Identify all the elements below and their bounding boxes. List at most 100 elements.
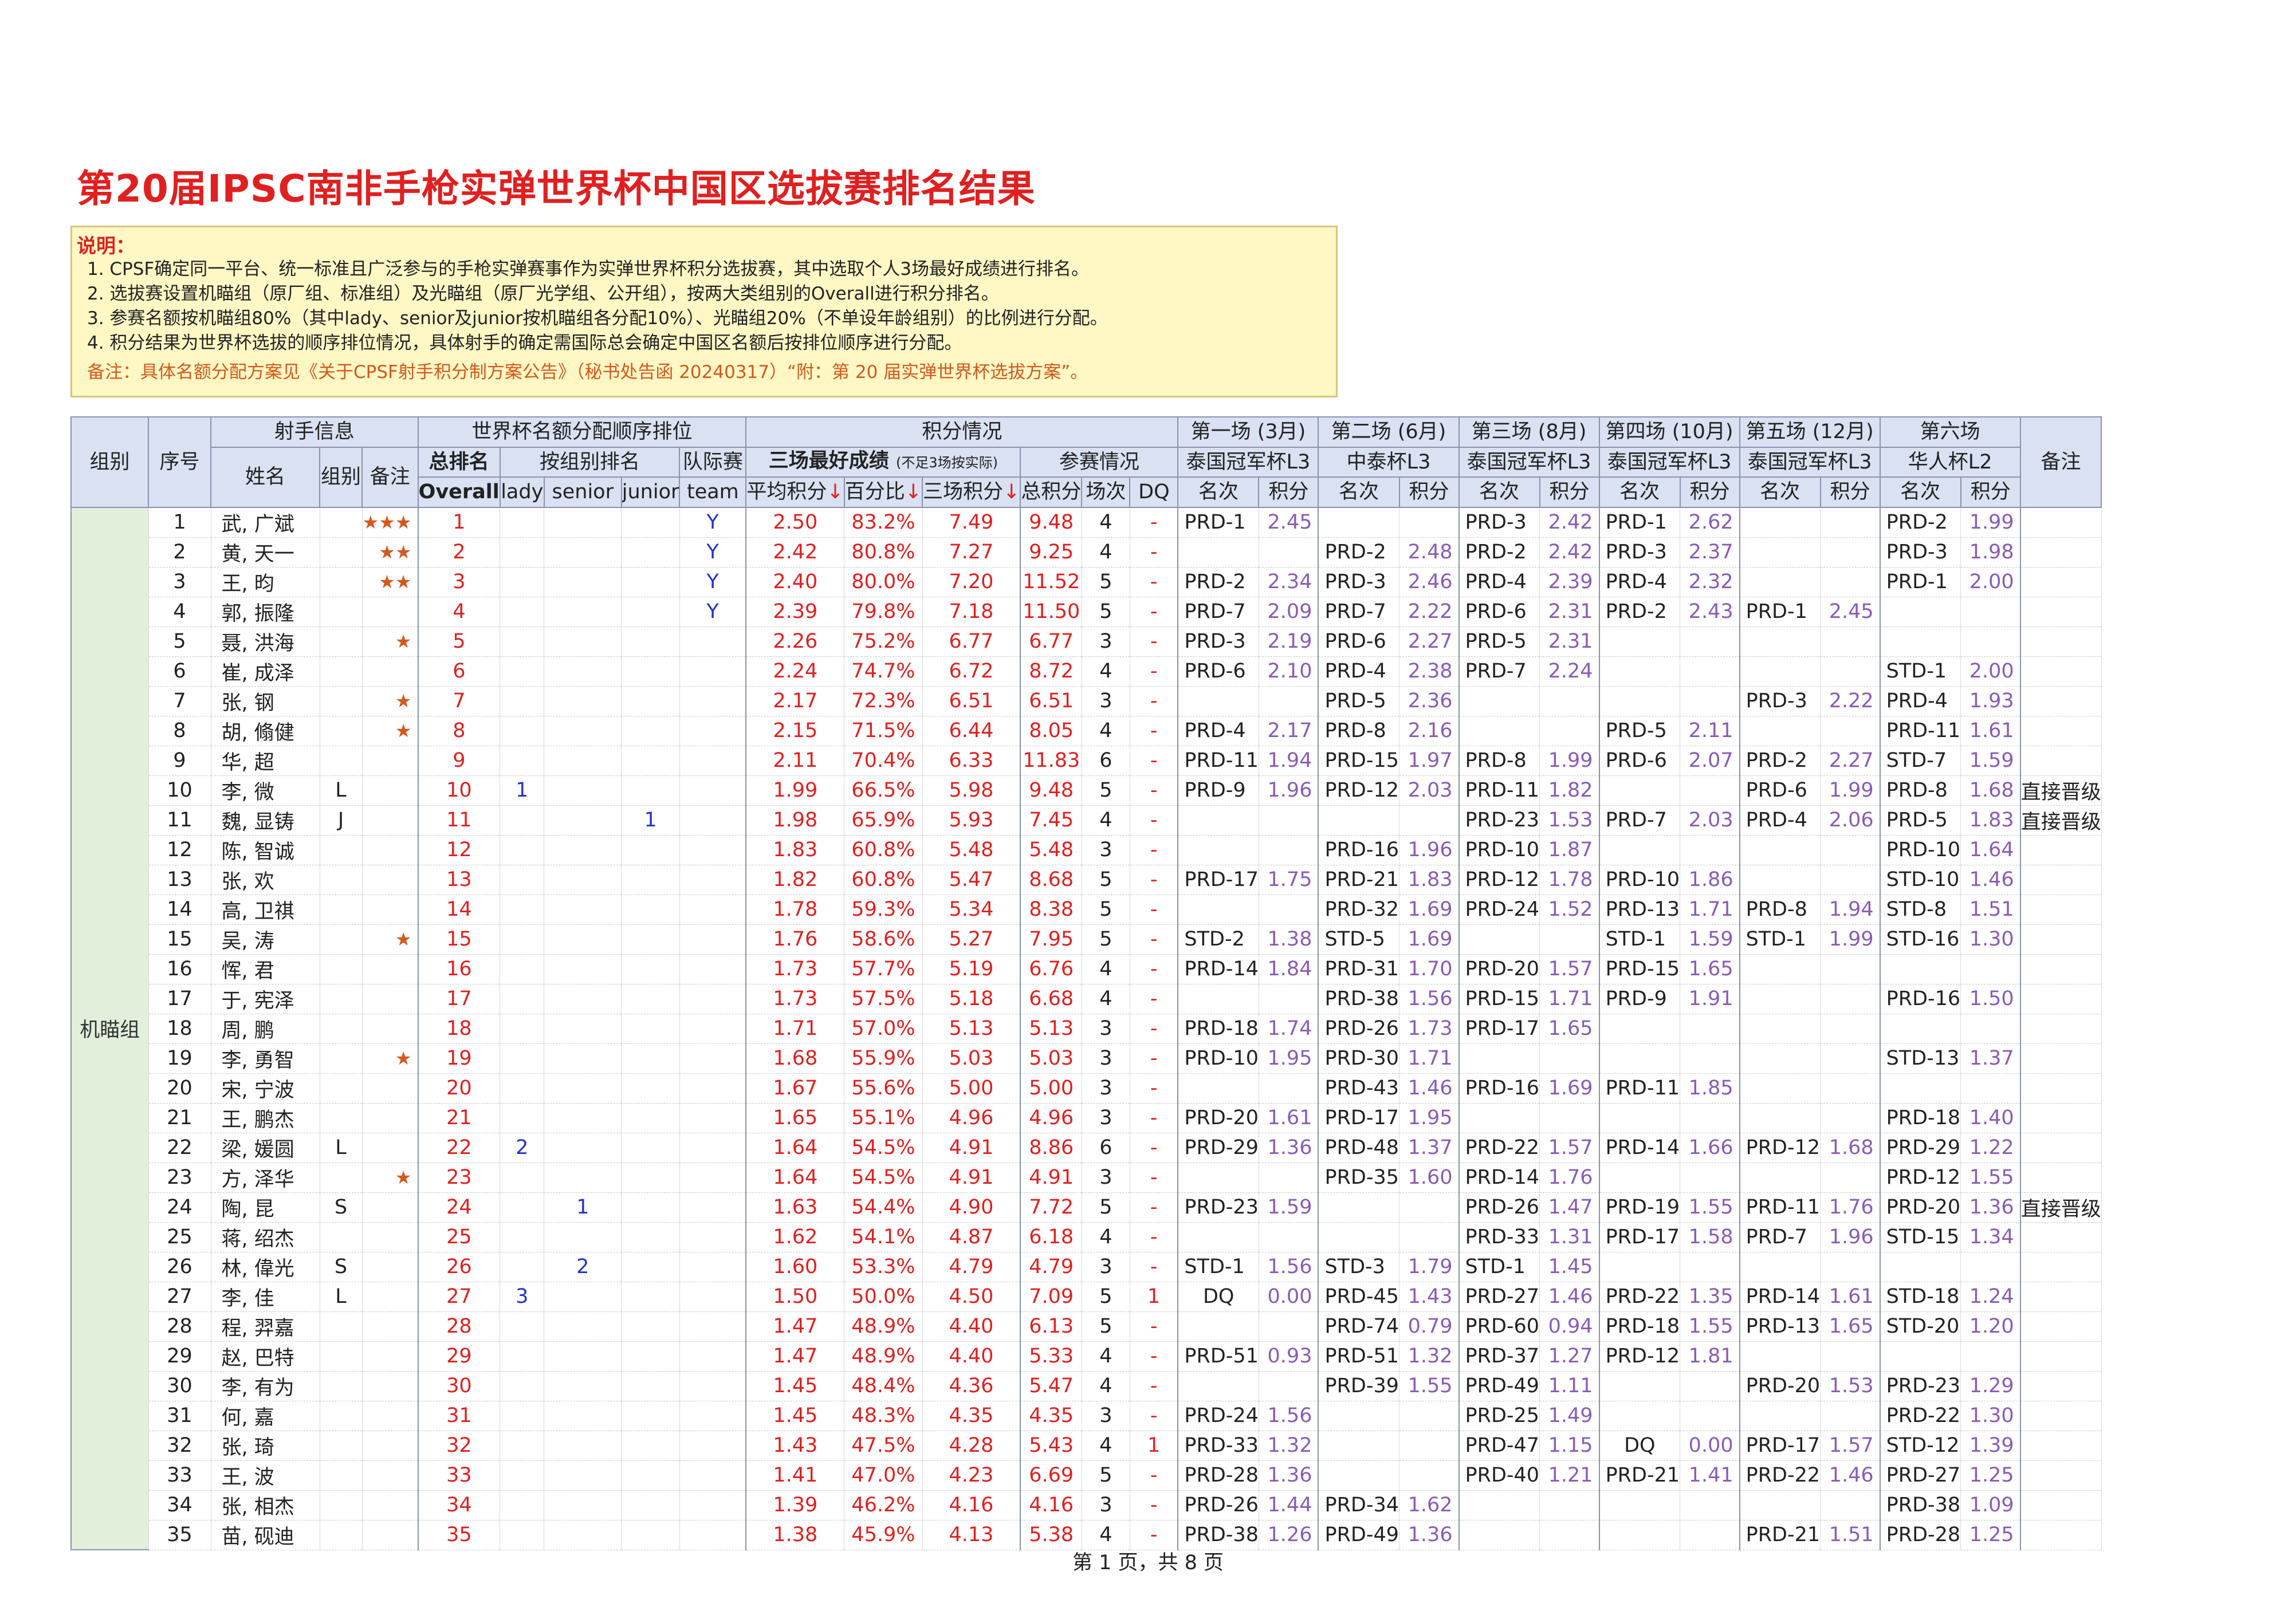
- remark-cell: [2020, 507, 2102, 538]
- match-rank-cell: PRD-21: [1318, 865, 1400, 895]
- junior-rank-cell: [621, 1252, 680, 1282]
- pct-cell: 58.6%: [844, 924, 923, 955]
- name-cell: 程, 羿嘉: [211, 1311, 320, 1342]
- overall-rank-cell: 31: [418, 1401, 501, 1431]
- seq-cell: 26: [148, 1252, 211, 1282]
- match-rank-cell: PRD-40: [1458, 1460, 1540, 1491]
- team-cell: [679, 746, 747, 776]
- header-best3: 三场最好成绩 (不足3场按实际): [745, 446, 1021, 478]
- seq-cell: 25: [148, 1222, 211, 1252]
- lady-rank-cell: [500, 1341, 545, 1372]
- table-row: 35 苗, 砚迪 35 1.38 45.9% 4.13 5.38 4- PRD-38 1.26 PR…: [71, 1520, 2102, 1550]
- avg-cell: 2.50: [746, 507, 845, 538]
- seq-cell: 7: [148, 686, 211, 716]
- match-rank-cell: [1739, 537, 1821, 568]
- total-cell: 9.25: [1020, 537, 1082, 568]
- overall-rank-cell: 12: [418, 835, 501, 865]
- seq-cell: 9: [148, 746, 211, 776]
- header-team-cn: 队际赛: [679, 446, 747, 478]
- match-score-cell: [1680, 1014, 1740, 1044]
- match-score-cell: 1.94: [1259, 746, 1319, 776]
- match-score-cell: [1259, 835, 1319, 865]
- header-points: 积分情况: [745, 416, 1179, 448]
- count-cell: 4: [1082, 1520, 1130, 1550]
- match-rank-cell: [1880, 1073, 1961, 1104]
- match-rank-cell: STD-15: [1880, 1222, 1961, 1252]
- total-cell: 11.50: [1020, 597, 1082, 627]
- total-cell: 5.00: [1020, 1073, 1082, 1104]
- match-score-cell: [1539, 716, 1600, 746]
- table-row: 15 吴, 涛 ★ 15 1.76 58.6% 5.27 7.95 5- STD-2 1.38 STD…: [71, 924, 2102, 955]
- table-row: 3 王, 昀 ★★ 3 Y 2.40 80.0% 7.20 11.52 5- PRD-2 2.34 PR…: [71, 567, 2102, 597]
- pts3-cell: 7.27: [922, 537, 1021, 568]
- header-match-6-sub: 华人杯L2: [1879, 446, 2021, 478]
- match-rank-cell: [1739, 656, 1821, 687]
- lady-rank-cell: [500, 1222, 545, 1252]
- division-cell: [320, 1043, 363, 1074]
- team-cell: [679, 775, 747, 806]
- match-score-cell: [1259, 895, 1319, 925]
- team-cell: [679, 1103, 747, 1133]
- dq-cell: 1: [1130, 1431, 1179, 1461]
- pct-cell: 80.8%: [844, 537, 923, 568]
- avg-cell: 1.60: [746, 1252, 845, 1282]
- star-rating: [362, 775, 419, 806]
- junior-rank-cell: [621, 1282, 680, 1312]
- pct-cell: 50.0%: [844, 1282, 923, 1312]
- match-score-cell: [1820, 1073, 1881, 1104]
- header-match-5: 第五场 (12月): [1739, 416, 1881, 448]
- match-score-cell: [1820, 656, 1881, 687]
- match-rank-cell: [1458, 1043, 1540, 1074]
- overall-rank-cell: 1: [418, 507, 501, 538]
- match-score-cell: [1820, 1401, 1881, 1431]
- match-score-cell: 2.43: [1680, 597, 1740, 627]
- match-score-cell: [1539, 1520, 1600, 1550]
- match-rank-cell: PRD-37: [1458, 1341, 1540, 1372]
- star-rating: [362, 895, 419, 925]
- avg-cell: 1.62: [746, 1222, 845, 1252]
- pts3-cell: 4.36: [922, 1371, 1021, 1401]
- match-rank-cell: [1739, 716, 1821, 746]
- senior-rank-cell: [544, 1133, 622, 1163]
- junior-rank-cell: [621, 954, 680, 984]
- pts3-cell: 7.20: [922, 567, 1021, 597]
- total-cell: 5.33: [1020, 1341, 1082, 1372]
- lady-rank-cell: [500, 1252, 545, 1282]
- total-cell: 6.68: [1020, 984, 1082, 1014]
- overall-rank-cell: 16: [418, 954, 501, 984]
- table-row: 27 李, 佳 L 27 3 1.50 50.0% 4.50 7.09 5 1 DQ 0.00 PRD-4…: [71, 1282, 2102, 1312]
- remark-cell: [2020, 1520, 2102, 1550]
- match-score-cell: [1960, 1252, 2021, 1282]
- junior-rank-cell: [621, 627, 680, 657]
- team-cell: [679, 865, 747, 895]
- match-score-cell: 2.45: [1820, 597, 1881, 627]
- division-cell: S: [320, 1192, 363, 1223]
- header-match-2-sub: 中泰杯L3: [1318, 446, 1460, 478]
- total-cell: 6.18: [1020, 1222, 1082, 1252]
- pct-cell: 57.7%: [844, 954, 923, 984]
- match-rank-cell: [1739, 627, 1821, 657]
- overall-rank-cell: 18: [418, 1014, 501, 1044]
- pct-cell: 53.3%: [844, 1252, 923, 1282]
- match-rank-cell: PRD-13: [1599, 895, 1681, 925]
- match-score-cell: [1820, 567, 1881, 597]
- match-score-cell: 1.69: [1399, 895, 1460, 925]
- pts3-cell: 4.13: [922, 1520, 1021, 1550]
- dq-cell: -: [1130, 686, 1179, 716]
- match-rank-cell: PRD-28: [1178, 1460, 1259, 1491]
- avg-cell: 1.50: [746, 1282, 845, 1312]
- avg-cell: 1.83: [746, 835, 845, 865]
- match-rank-cell: [1739, 954, 1821, 984]
- header-division: 组别: [319, 446, 363, 508]
- pct-cell: 65.9%: [844, 805, 923, 836]
- match-rank-cell: [1318, 1431, 1400, 1461]
- seq-cell: 5: [148, 627, 211, 657]
- count-cell: 6: [1082, 746, 1130, 776]
- name-cell: 陈, 智诚: [211, 835, 320, 865]
- match-rank-cell: PRD-13: [1739, 1311, 1821, 1342]
- remark-cell: [2020, 835, 2102, 865]
- match-rank-cell: [1458, 716, 1540, 746]
- notes-box: 说明： 1. CPSF确定同一平台、统一标准且广泛参与的手枪实弹赛事作为实弹世界…: [70, 226, 1338, 397]
- pct-cell: 59.3%: [844, 895, 923, 925]
- match-rank-cell: PRD-29: [1178, 1133, 1259, 1163]
